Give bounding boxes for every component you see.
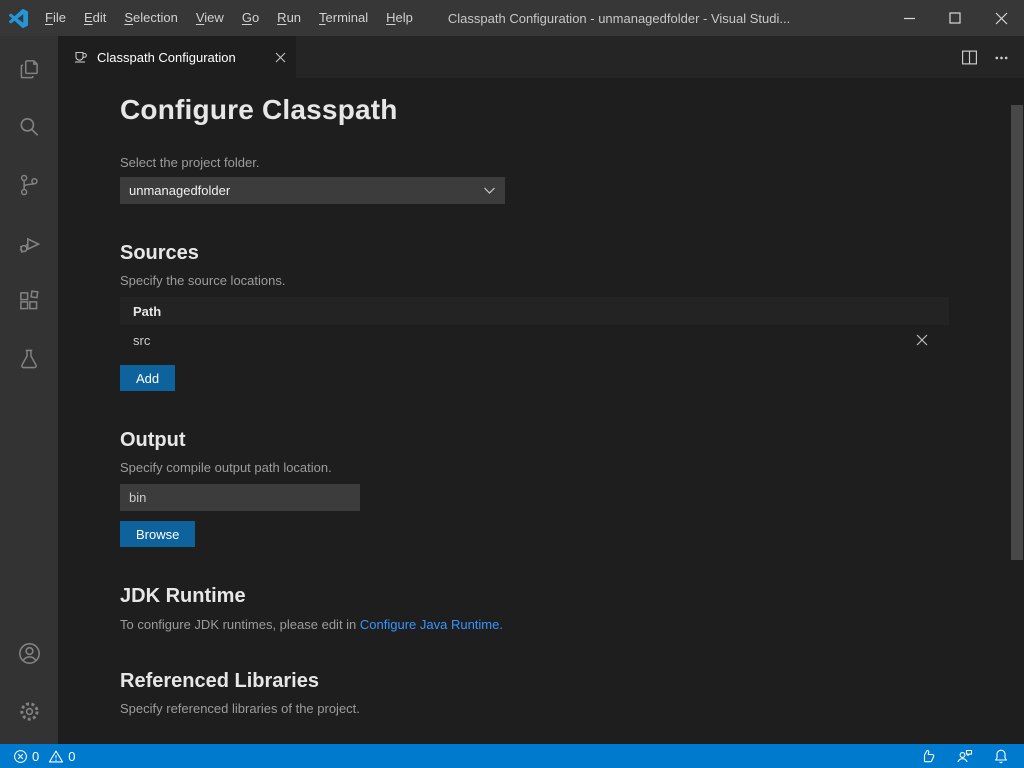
run-and-debug-icon[interactable]	[5, 218, 53, 268]
sources-table: Path src	[120, 297, 949, 355]
bell-icon[interactable]	[988, 748, 1014, 764]
add-source-button[interactable]: Add	[120, 365, 175, 391]
referenced-libraries-description: Specify referenced libraries of the proj…	[120, 701, 1024, 716]
split-editor-icon[interactable]	[961, 49, 978, 66]
menu-file[interactable]: File	[36, 0, 75, 36]
more-actions-icon[interactable]	[994, 50, 1009, 65]
output-description: Specify compile output path location.	[120, 460, 1024, 475]
jdk-text-before: To configure JDK runtimes, please edit i…	[120, 617, 360, 632]
minimize-icon[interactable]	[886, 0, 932, 36]
project-folder-value: unmanagedfolder	[129, 183, 230, 198]
project-folder-select[interactable]: unmanagedfolder	[120, 177, 505, 204]
close-window-icon[interactable]	[978, 0, 1024, 36]
menu-view[interactable]: View	[187, 0, 233, 36]
classpath-configuration-page: Configure Classpath Select the project f…	[58, 78, 1024, 744]
title-bar: File Edit Selection View Go Run Terminal…	[0, 0, 1024, 36]
jdk-runtime-heading: JDK Runtime	[120, 585, 1024, 608]
settings-gear-icon[interactable]	[5, 686, 53, 736]
sources-heading: Sources	[120, 242, 1024, 265]
source-path-value: src	[133, 333, 150, 348]
editor-actions	[961, 36, 1024, 78]
maximize-icon[interactable]	[932, 0, 978, 36]
error-icon	[13, 749, 28, 764]
remove-source-icon[interactable]	[916, 334, 928, 346]
window-title: Classpath Configuration - unmanagedfolde…	[448, 11, 790, 26]
menu-go[interactable]: Go	[233, 0, 268, 36]
person-feedback-icon[interactable]	[951, 748, 978, 764]
extensions-icon[interactable]	[5, 276, 53, 326]
menu-bar: File Edit Selection View Go Run Terminal…	[36, 0, 422, 36]
activity-bar	[0, 36, 58, 744]
tab-classpath-configuration[interactable]: Classpath Configuration	[58, 36, 296, 78]
search-icon[interactable]	[5, 102, 53, 152]
jdk-runtime-text: To configure JDK runtimes, please edit i…	[120, 617, 1024, 632]
menu-selection[interactable]: Selection	[115, 0, 186, 36]
tab-close-icon[interactable]	[275, 52, 286, 63]
testing-icon[interactable]	[5, 334, 53, 384]
editor-area: Classpath Configuration Con	[58, 36, 1024, 744]
status-bar: 0 0	[0, 744, 1024, 768]
configure-java-runtime-link[interactable]: Configure Java Runtime.	[360, 617, 503, 632]
sources-description: Specify the source locations.	[120, 273, 1024, 288]
vscode-logo-icon	[0, 9, 36, 28]
thumbsup-icon[interactable]	[915, 748, 941, 764]
java-cup-icon	[73, 49, 89, 65]
chevron-down-icon	[483, 186, 496, 195]
browse-button[interactable]: Browse	[120, 521, 195, 547]
warning-icon	[48, 749, 64, 764]
tab-bar: Classpath Configuration	[58, 36, 1024, 78]
menu-run[interactable]: Run	[268, 0, 310, 36]
referenced-libraries-heading: Referenced Libraries	[120, 670, 1024, 693]
menu-edit[interactable]: Edit	[75, 0, 115, 36]
source-control-icon[interactable]	[5, 160, 53, 210]
tab-label: Classpath Configuration	[97, 50, 267, 65]
window-controls	[886, 0, 1024, 36]
page-title: Configure Classpath	[120, 94, 1024, 126]
project-folder-label: Select the project folder.	[120, 155, 1024, 170]
vertical-scrollbar[interactable]	[1011, 105, 1023, 560]
error-count: 0	[32, 749, 39, 764]
explorer-icon[interactable]	[5, 44, 53, 94]
menu-help[interactable]: Help	[377, 0, 422, 36]
path-column-header: Path	[133, 304, 161, 319]
output-heading: Output	[120, 429, 1024, 452]
menu-terminal[interactable]: Terminal	[310, 0, 377, 36]
account-icon[interactable]	[5, 628, 53, 678]
problems-indicator[interactable]: 0 0	[10, 749, 78, 764]
sources-table-header: Path	[120, 297, 949, 325]
output-path-input[interactable]	[120, 484, 360, 511]
table-row[interactable]: src	[120, 325, 949, 355]
warning-count: 0	[68, 749, 75, 764]
